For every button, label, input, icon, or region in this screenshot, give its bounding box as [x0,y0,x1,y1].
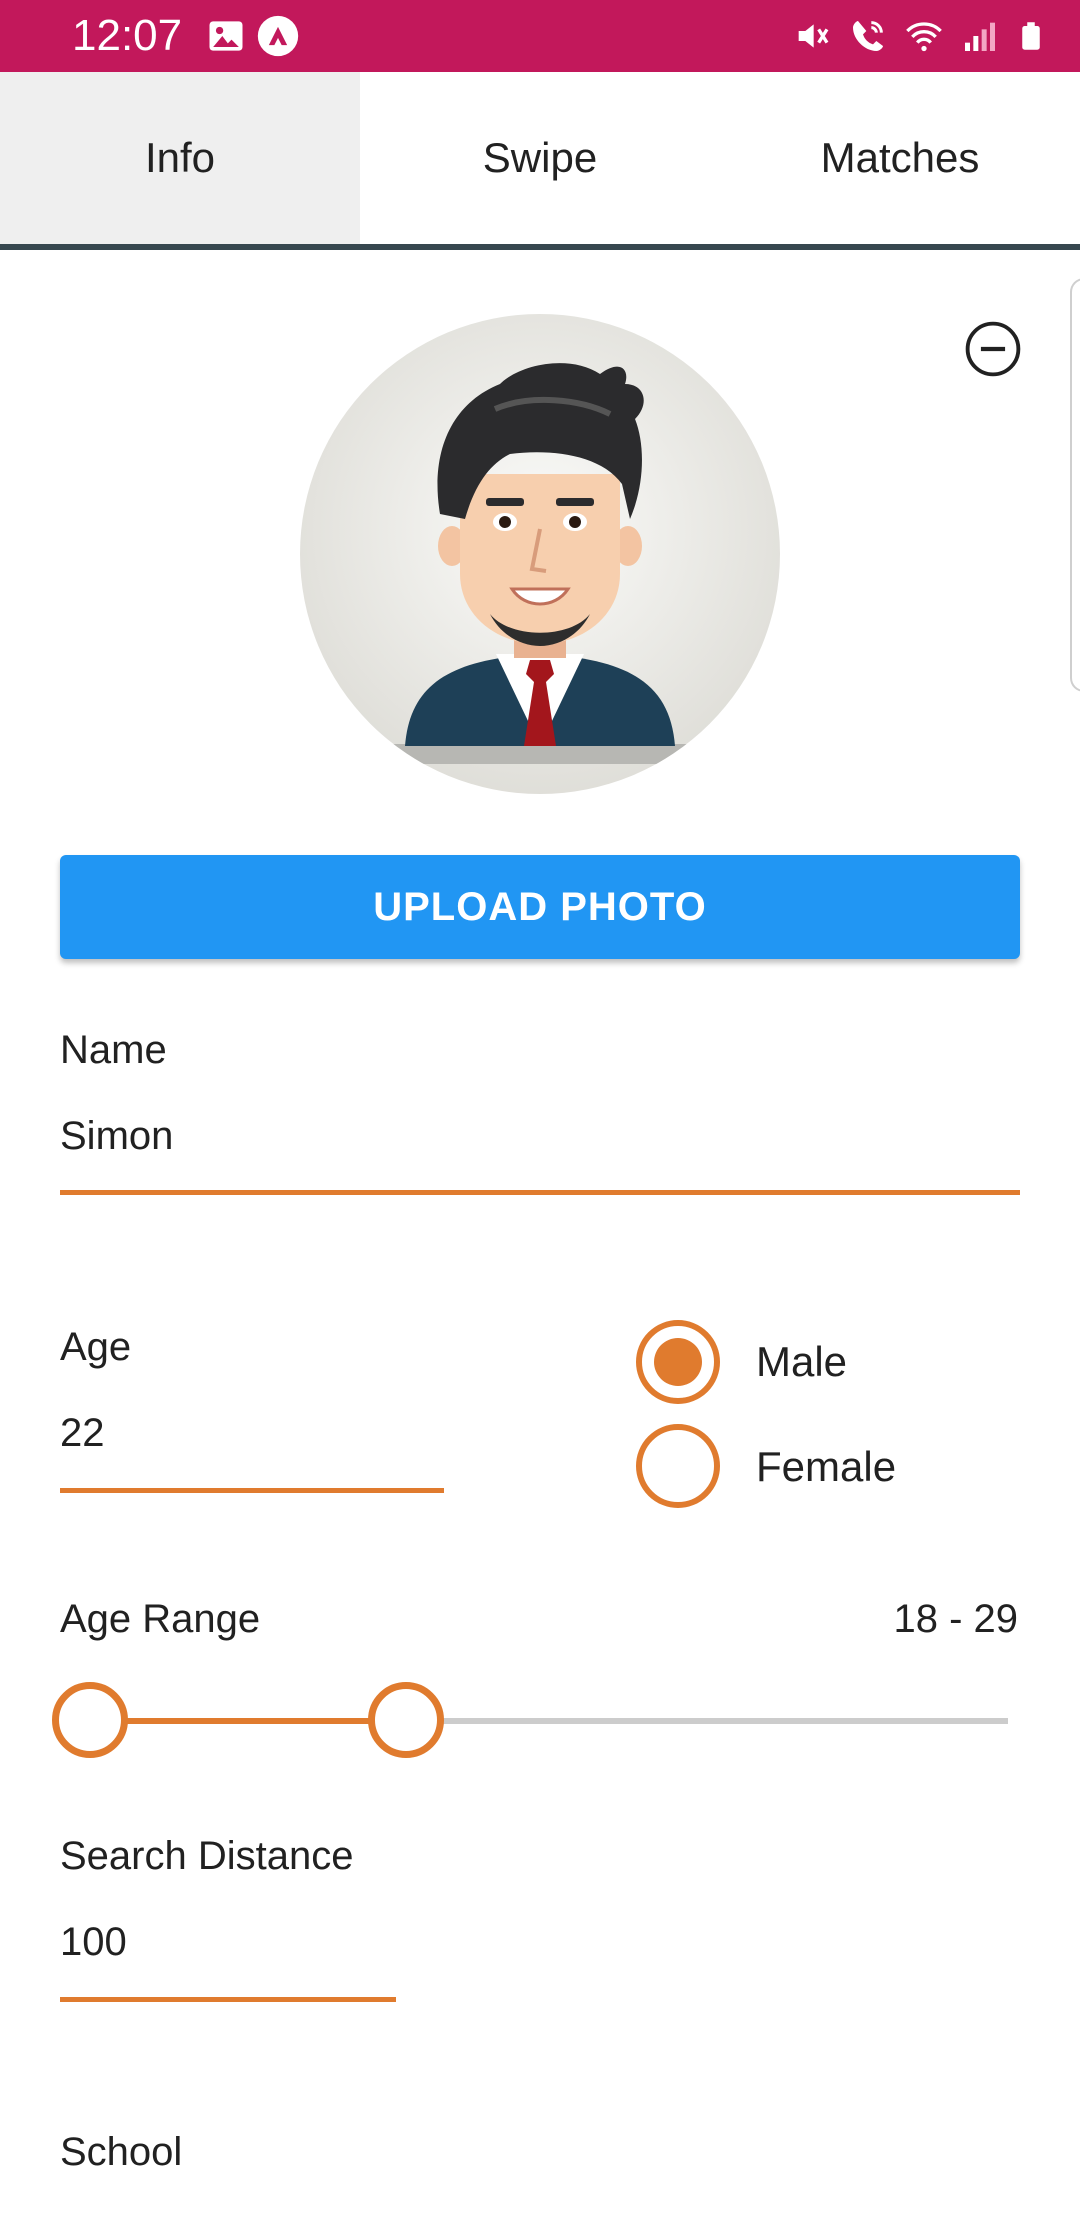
upload-photo-button[interactable]: UPLOAD PHOTO [60,855,1020,959]
app-notification-icon [257,15,299,57]
radio-male[interactable] [636,1320,720,1404]
mute-icon [798,24,829,48]
age-range-slider-fill [90,1718,406,1724]
search-distance-underline [60,1997,396,2002]
name-label: Name [60,1028,167,1072]
school-label: School [60,2130,183,2174]
radio-female-label[interactable]: Female [756,1443,896,1491]
radio-female[interactable] [636,1424,720,1508]
radio-male-selected-dot [654,1338,702,1386]
tab-info[interactable]: Info [0,72,360,244]
tab-bar: Info Swipe Matches [0,72,1080,250]
age-underline [60,1488,444,1493]
tab-matches[interactable]: Matches [720,72,1080,244]
radio-male-label[interactable]: Male [756,1338,847,1386]
age-range-value: 18 - 29 [893,1597,1018,1641]
wifi-calling-icon [853,21,883,51]
tab-swipe[interactable]: Swipe [360,72,720,244]
age-range-max-thumb[interactable] [368,1682,444,1758]
search-distance-input[interactable]: 100 [60,1920,127,1965]
wifi-icon [906,22,942,52]
signal-icon [965,22,995,51]
search-distance-label: Search Distance [60,1834,354,1878]
remove-circle-icon[interactable] [964,320,1022,378]
age-range-min-thumb[interactable] [52,1682,128,1758]
name-underline [60,1190,1020,1195]
age-range-label: Age Range [60,1597,261,1641]
name-input[interactable]: Simon [60,1114,173,1159]
image-icon [209,21,243,51]
status-time: 12:07 [72,11,183,60]
avatar-illustration [300,314,780,794]
profile-avatar [300,314,780,794]
age-input[interactable]: 22 [60,1411,105,1456]
battery-icon [1022,22,1040,50]
age-label: Age [60,1325,132,1369]
status-bar: 12:07 [0,0,1080,72]
drawer-edge-handle[interactable] [1070,278,1080,692]
